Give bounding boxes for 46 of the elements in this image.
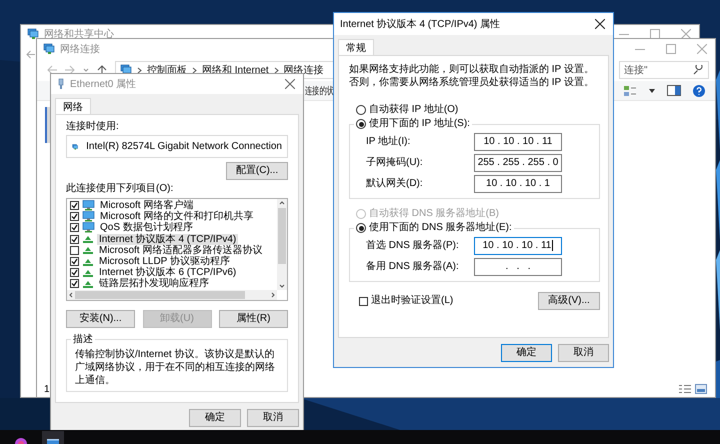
list-item[interactable]: Microsoft 网络客户端: [98, 200, 196, 212]
field-label: 默认网关(D):: [366, 178, 423, 190]
list-item[interactable]: Microsoft 网络的文件和打印机共享: [98, 211, 256, 222]
field-label: IP 地址(I):: [366, 136, 410, 148]
dialog-title: Internet 协议版本 4 (TCP/IPv4) 属性: [340, 18, 500, 31]
field-label: 子网掩码(U):: [366, 156, 423, 168]
status-text: 1: [44, 384, 50, 394]
ip-field[interactable]: 10 . 10 . 10 . 11: [474, 236, 562, 254]
radio-label[interactable]: 自动获得 IP 地址(O): [369, 104, 458, 116]
action-button[interactable]: 属性(R): [219, 310, 288, 328]
list-item[interactable]: Microsoft LLDP 协议驱动程序: [97, 256, 232, 268]
radio-label[interactable]: 使用下面的 DNS 服务器地址(E):: [369, 222, 512, 234]
ip-field[interactable]: 10 . 10 . 10 . 11: [474, 132, 562, 150]
section-label: 连接时使用:: [66, 121, 120, 133]
dialog-button[interactable]: 确定: [189, 409, 241, 427]
dialog-title: Ethernet0 属性: [70, 78, 136, 91]
checkbox-label[interactable]: 退出时验证设置(L): [371, 295, 454, 307]
list-item[interactable]: QoS 数据包计划程序: [98, 222, 195, 234]
tab[interactable]: 常规: [338, 39, 374, 55]
intro-text: 如果网络支持此功能，则可以获取自动指派的 IP 设置。否则，你需要从网络系统管理员处获得适当的 IP 设置。: [349, 63, 595, 89]
component-list[interactable]: Microsoft 网络客户端 Microsoft 网络的文件和打印机共享 QoS 数据包计划程序 Internet 协议版本 4 (TCP/IPv4) Microsoft 网络适配器多路传送器协议 Microsoft LLDP 协议驱动程序 Internet 协议版本 6 (TCP/IPv6) 链路层拓扑发现响应程序: [66, 198, 288, 301]
section-label: 此连接使用下列项目(O):: [66, 183, 174, 194]
adapter-name: Intel(R) 82574L Gigabit Network Connection: [86, 140, 282, 152]
action-button[interactable]: 安装(N)...: [66, 310, 135, 328]
window-title: 网络和共享中心: [44, 28, 114, 41]
configure-button[interactable]: 配置(C)...: [226, 162, 288, 180]
list-item[interactable]: 链路层拓扑发现响应程序: [97, 278, 211, 290]
advanced-button[interactable]: 高级(V)...: [538, 292, 600, 310]
dialog-button[interactable]: 取消: [247, 409, 299, 427]
list-item[interactable]: Microsoft 网络适配器多路传送器协议: [97, 244, 264, 256]
list-item[interactable]: Internet 协议版本 4 (TCP/IPv4): [97, 234, 238, 245]
toolbar-command[interactable]: 连接的状: [305, 84, 334, 98]
dialog-button[interactable]: 取消: [558, 344, 609, 362]
list-item[interactable]: Internet 协议版本 6 (TCP/IPv6): [97, 267, 238, 278]
group-title: 描述: [72, 332, 94, 346]
ip-field[interactable]: . . .: [474, 258, 562, 276]
window-title: 网络连接: [60, 42, 100, 56]
dialog-button[interactable]: 确定: [501, 344, 552, 362]
radio-label[interactable]: 使用下面的 IP 地址(S):: [369, 118, 470, 130]
ip-field[interactable]: 255 . 255 . 255 . 0: [474, 154, 562, 172]
field-label: 首选 DNS 服务器(P):: [366, 240, 459, 252]
search-field[interactable]: 连接": [619, 61, 709, 79]
description-text: 传输控制协议/Internet 协议。该协议是默认的广域网络协议，用于在不同的相互连接的网络上通信。: [75, 348, 276, 387]
ip-field[interactable]: 10 . 10 . 10 . 1: [474, 174, 562, 192]
field-label: 备用 DNS 服务器(A):: [366, 260, 459, 272]
tab[interactable]: 网络: [55, 98, 91, 114]
